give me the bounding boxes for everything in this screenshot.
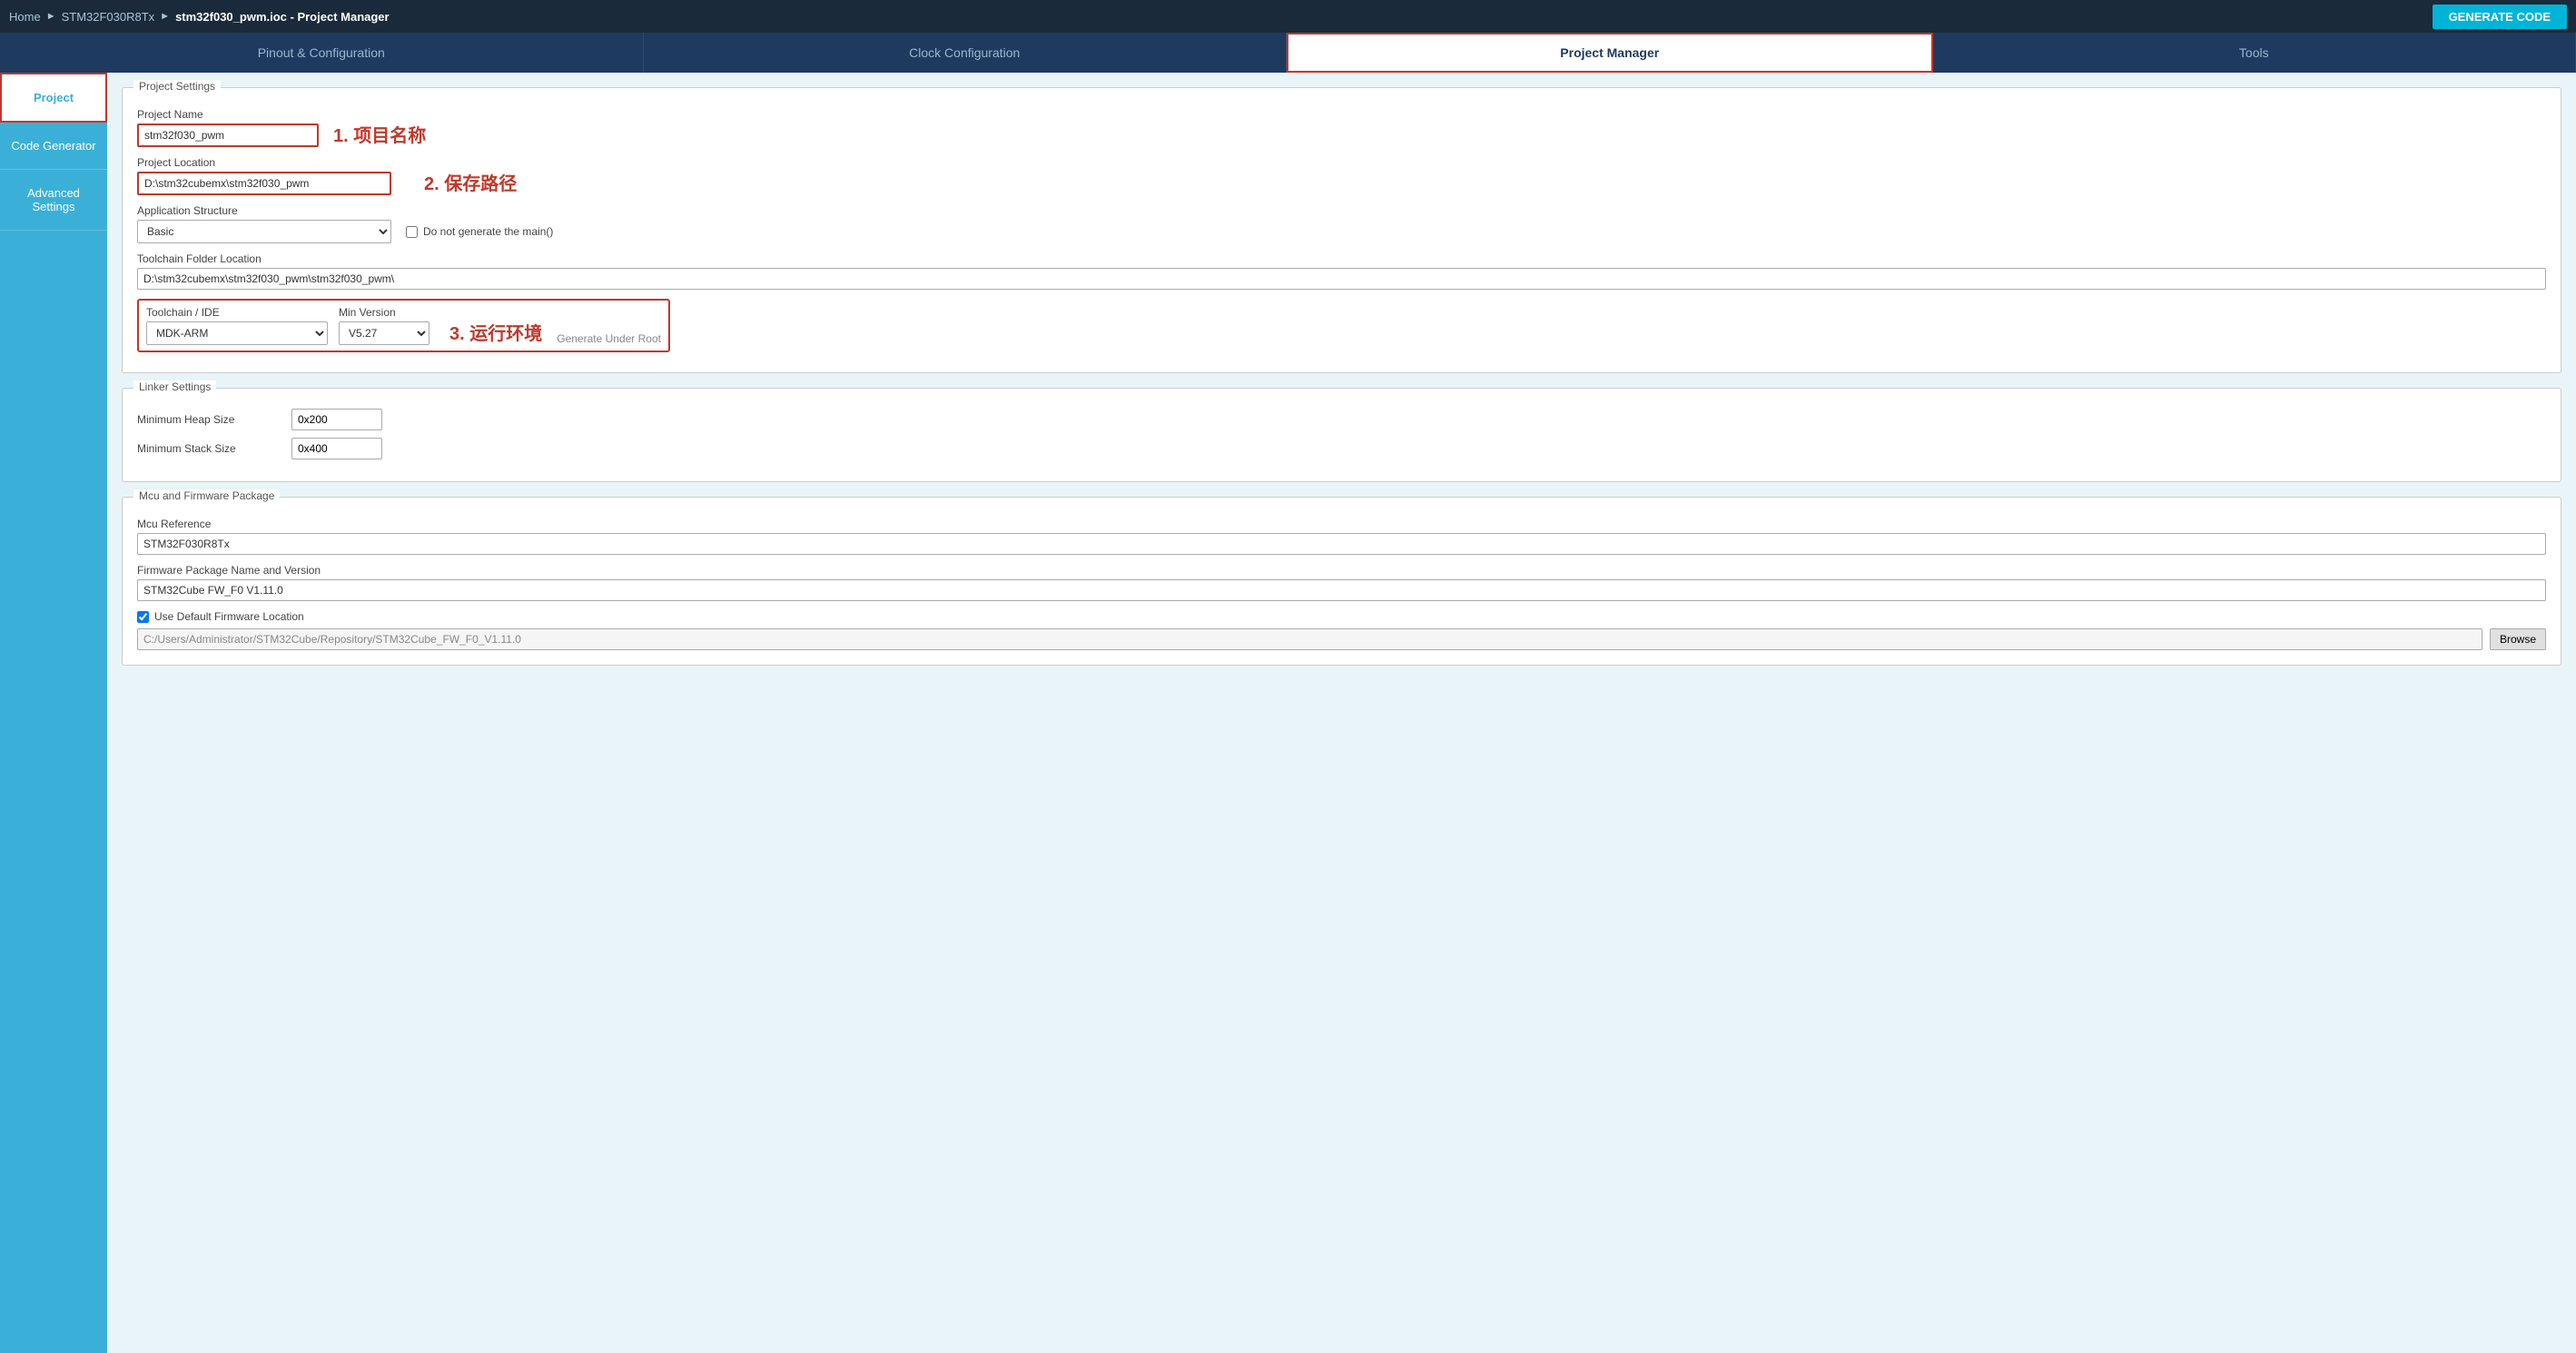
project-settings-card: Project Settings Project Name 1. 项目名称 Pr… — [122, 87, 2561, 373]
fw-pkg-label: Firmware Package Name and Version — [137, 564, 2546, 577]
breadcrumb: Home ► STM32F030R8Tx ► stm32f030_pwm.ioc… — [9, 10, 390, 24]
fw-pkg-input[interactable] — [137, 579, 2546, 601]
use-default-fw-label: Use Default Firmware Location — [154, 610, 304, 623]
app-structure-select[interactable]: Basic Advanced — [137, 220, 391, 243]
generate-code-button[interactable]: GENERATE CODE — [2433, 5, 2567, 29]
linker-settings-title: Linker Settings — [133, 380, 216, 393]
annotation-2: 2. 保存路径 — [424, 169, 517, 195]
min-stack-input[interactable] — [291, 438, 382, 459]
project-name-input[interactable] — [137, 123, 319, 147]
fw-location-row: Browse — [137, 628, 2546, 650]
sidebar-item-code-generator[interactable]: Code Generator — [0, 123, 107, 170]
toolchain-ide-label: Toolchain / IDE — [146, 306, 328, 319]
toolchain-folder-label: Toolchain Folder Location — [137, 252, 2546, 265]
mcu-ref-input[interactable] — [137, 533, 2546, 555]
fw-location-input — [137, 628, 2482, 650]
tab-clock[interactable]: Clock Configuration — [644, 33, 1288, 73]
sidebar-item-project[interactable]: Project — [0, 73, 107, 123]
sidebar-item-advanced-settings[interactable]: Advanced Settings — [0, 170, 107, 231]
mcu-firmware-card: Mcu and Firmware Package Mcu Reference F… — [122, 497, 2561, 666]
breadcrumb-sep-1: ► — [46, 11, 56, 22]
tab-project-manager[interactable]: Project Manager — [1287, 33, 1933, 73]
min-stack-row: Minimum Stack Size — [137, 438, 2546, 459]
fw-pkg-group: Firmware Package Name and Version — [137, 564, 2546, 601]
project-settings-title: Project Settings — [133, 80, 221, 93]
mcu-firmware-title: Mcu and Firmware Package — [133, 489, 280, 502]
mcu-ref-group: Mcu Reference — [137, 518, 2546, 555]
toolchain-ide-select[interactable]: MDK-ARM STM32CubeIDE Makefile — [146, 321, 328, 345]
project-location-label: Project Location — [137, 156, 410, 169]
generate-under-root-label: Generate Under Root — [557, 332, 661, 345]
annotation-1: 1. 项目名称 — [333, 121, 426, 147]
browse-button[interactable]: Browse — [2490, 628, 2546, 650]
min-version-label: Min Version — [339, 306, 429, 319]
use-default-fw-row: Use Default Firmware Location — [137, 610, 2546, 623]
do-not-generate-main-label: Do not generate the main() — [423, 225, 553, 238]
tab-bar: Pinout & Configuration Clock Configurati… — [0, 33, 2576, 73]
use-default-fw-checkbox[interactable] — [137, 611, 149, 623]
breadcrumb-file[interactable]: stm32f030_pwm.ioc - Project Manager — [175, 10, 390, 24]
project-name-label: Project Name — [137, 108, 319, 121]
do-not-generate-main-row: Do not generate the main() — [406, 225, 553, 238]
app-structure-row: Basic Advanced Do not generate the main(… — [137, 220, 2546, 243]
sidebar: Project Code Generator Advanced Settings — [0, 73, 107, 1353]
tab-tools[interactable]: Tools — [1933, 33, 2576, 73]
tab-pinout[interactable]: Pinout & Configuration — [0, 33, 644, 73]
min-version-select[interactable]: V5.27 V5.36 — [339, 321, 429, 345]
project-location-input[interactable] — [137, 172, 391, 195]
top-bar: Home ► STM32F030R8Tx ► stm32f030_pwm.ioc… — [0, 0, 2576, 33]
min-heap-label: Minimum Heap Size — [137, 413, 282, 426]
breadcrumb-home[interactable]: Home — [9, 10, 41, 24]
app-structure-label: Application Structure — [137, 204, 2546, 217]
min-heap-input[interactable] — [291, 409, 382, 430]
main-layout: Project Code Generator Advanced Settings… — [0, 73, 2576, 1353]
annotation-3: 3. 运行环境 — [449, 319, 542, 345]
do-not-generate-main-checkbox[interactable] — [406, 226, 418, 238]
linker-settings-card: Linker Settings Minimum Heap Size Minimu… — [122, 388, 2561, 482]
breadcrumb-sep-2: ► — [160, 11, 170, 22]
min-stack-label: Minimum Stack Size — [137, 442, 282, 455]
min-heap-row: Minimum Heap Size — [137, 409, 2546, 430]
breadcrumb-device[interactable]: STM32F030R8Tx — [62, 10, 155, 24]
content-area: Project Settings Project Name 1. 项目名称 Pr… — [107, 73, 2576, 1353]
toolchain-folder-input[interactable] — [137, 268, 2546, 290]
mcu-ref-label: Mcu Reference — [137, 518, 2546, 530]
